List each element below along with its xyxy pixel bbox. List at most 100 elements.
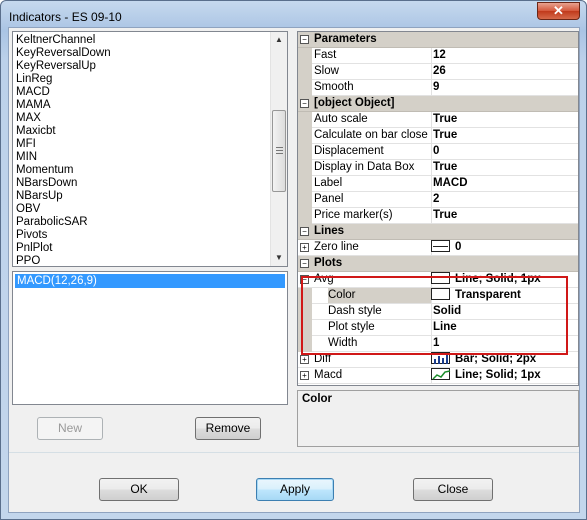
list-item[interactable]: MAX bbox=[16, 112, 41, 125]
collapse-icon[interactable]: − bbox=[300, 99, 309, 108]
property-value[interactable]: 12 bbox=[433, 48, 578, 63]
collapse-icon[interactable]: − bbox=[300, 227, 309, 236]
list-item[interactable]: Maxicbt bbox=[16, 125, 56, 138]
applied-indicators-list[interactable]: MACD(12,26,9) bbox=[12, 271, 288, 405]
property-row-label[interactable]: Label MACD bbox=[298, 176, 578, 192]
property-value[interactable]: True bbox=[433, 208, 578, 223]
list-item[interactable]: OBV bbox=[16, 203, 40, 216]
scroll-up-arrow-icon[interactable]: ▲ bbox=[271, 32, 287, 48]
property-name: Width bbox=[328, 336, 432, 351]
property-name: Plot style bbox=[328, 320, 432, 335]
remove-button[interactable]: Remove bbox=[195, 417, 261, 440]
list-item[interactable]: PPO bbox=[16, 255, 40, 266]
list-item[interactable]: MFI bbox=[16, 138, 36, 151]
property-row-slow[interactable]: Slow 26 bbox=[298, 64, 578, 80]
new-button[interactable]: New bbox=[37, 417, 103, 440]
property-name: Color bbox=[328, 288, 432, 303]
property-row-display-in-data-box[interactable]: Display in Data Box True bbox=[298, 160, 578, 176]
property-value[interactable]: 0 bbox=[431, 239, 578, 255]
avg-value: Line; Solid; 1px bbox=[455, 273, 541, 285]
scrollbar-thumb[interactable] bbox=[272, 110, 286, 192]
category-lines[interactable]: − Lines bbox=[298, 224, 578, 240]
list-item[interactable]: PnlPlot bbox=[16, 242, 52, 255]
property-row-diff[interactable]: + Diff Bar; Solid; 2px bbox=[298, 351, 578, 368]
collapse-icon[interactable]: − bbox=[300, 259, 309, 268]
property-row-displacement[interactable]: Displacement 0 bbox=[298, 144, 578, 160]
property-value[interactable]: 1 bbox=[433, 336, 578, 351]
scroll-down-arrow-icon[interactable]: ▼ bbox=[271, 250, 287, 266]
close-button[interactable]: Close bbox=[413, 478, 493, 501]
list-item[interactable]: KeyReversalUp bbox=[16, 60, 96, 73]
property-row-avg-color[interactable]: Color Transparent bbox=[298, 287, 578, 304]
expand-icon[interactable]: + bbox=[300, 371, 309, 380]
property-value[interactable]: Line; Solid; 1px bbox=[431, 271, 578, 287]
list-item-selected[interactable]: MACD(12,26,9) bbox=[15, 274, 285, 288]
category-label: Lines bbox=[314, 225, 345, 237]
expand-icon[interactable]: + bbox=[300, 355, 309, 364]
row-gutter bbox=[298, 64, 312, 80]
list-item[interactable]: Momentum bbox=[16, 164, 74, 177]
property-value[interactable]: True bbox=[433, 160, 578, 175]
apply-button[interactable]: Apply bbox=[256, 478, 334, 501]
property-value[interactable]: True bbox=[433, 112, 578, 127]
row-gutter bbox=[298, 80, 312, 96]
property-row-price-marker[interactable]: Price marker(s) True bbox=[298, 208, 578, 224]
property-row-avg[interactable]: − Avg Line; Solid; 1px bbox=[298, 271, 578, 288]
dialog-client-area: KeltnerChannel KeyReversalDown KeyRevers… bbox=[8, 27, 580, 513]
property-value[interactable]: 2 bbox=[433, 192, 578, 207]
expand-icon[interactable]: + bbox=[300, 243, 309, 252]
property-row-avg-dash-style[interactable]: Dash style Solid bbox=[298, 304, 578, 320]
list-item[interactable]: NBarsUp bbox=[16, 190, 63, 203]
property-row-panel[interactable]: Panel 2 bbox=[298, 192, 578, 208]
property-grid[interactable]: − Parameters Fast 12 Slow 26 Smooth 9 − bbox=[297, 31, 579, 386]
property-row-macd[interactable]: + Macd Line; Solid; 1px bbox=[298, 367, 578, 384]
list-item[interactable]: ParabolicSAR bbox=[16, 216, 88, 229]
property-row-calculate-on-bar-close[interactable]: Calculate on bar close True bbox=[298, 128, 578, 144]
property-value[interactable]: Transparent bbox=[431, 287, 578, 303]
color-swatch-icon bbox=[431, 287, 450, 300]
category-general[interactable]: − [object Object] bbox=[298, 96, 578, 112]
available-indicators-list[interactable]: KeltnerChannel KeyReversalDown KeyRevers… bbox=[12, 31, 288, 267]
list-item[interactable]: Pivots bbox=[16, 229, 47, 242]
property-name: Displacement bbox=[314, 144, 432, 159]
property-value[interactable]: Line bbox=[433, 320, 578, 335]
list-item[interactable]: LinReg bbox=[16, 73, 52, 86]
property-row-smooth[interactable]: Smooth 9 bbox=[298, 80, 578, 96]
property-name: Display in Data Box bbox=[314, 160, 432, 175]
property-value[interactable]: 0 bbox=[433, 144, 578, 159]
property-value[interactable]: 26 bbox=[433, 64, 578, 79]
property-value[interactable]: True bbox=[433, 128, 578, 143]
list-item[interactable]: MACD bbox=[16, 86, 50, 99]
property-value[interactable]: Line; Solid; 1px bbox=[431, 367, 578, 383]
property-row-auto-scale[interactable]: Auto scale True bbox=[298, 112, 578, 128]
category-parameters[interactable]: − Parameters bbox=[298, 32, 578, 48]
row-gutter bbox=[298, 48, 312, 64]
list-item[interactable]: MAMA bbox=[16, 99, 51, 112]
property-row-zero-line[interactable]: + Zero line 0 bbox=[298, 239, 578, 256]
property-name: Label bbox=[314, 176, 432, 191]
category-plots[interactable]: − Plots bbox=[298, 256, 578, 272]
grip-line bbox=[276, 153, 283, 154]
list-item[interactable]: KeyReversalDown bbox=[16, 47, 111, 60]
list-item[interactable]: MIN bbox=[16, 151, 37, 164]
vertical-scrollbar[interactable]: ▲ ▼ bbox=[270, 32, 287, 266]
bar-chart-icon bbox=[431, 351, 450, 364]
property-value[interactable]: MACD bbox=[433, 176, 578, 191]
window-close-button[interactable]: ✕ bbox=[537, 2, 580, 20]
collapse-icon[interactable]: − bbox=[300, 275, 309, 284]
list-item[interactable]: NBarsDown bbox=[16, 177, 77, 190]
row-gutter bbox=[298, 208, 312, 224]
collapse-icon[interactable]: − bbox=[300, 35, 309, 44]
property-row-avg-width[interactable]: Width 1 bbox=[298, 336, 578, 352]
property-row-fast[interactable]: Fast 12 bbox=[298, 48, 578, 64]
property-value[interactable]: Solid bbox=[433, 304, 578, 319]
macd-value: Line; Solid; 1px bbox=[455, 369, 541, 381]
property-name: Smooth bbox=[314, 80, 432, 95]
description-title: Color bbox=[302, 393, 333, 405]
property-value[interactable]: Bar; Solid; 2px bbox=[431, 351, 578, 367]
list-item[interactable]: KeltnerChannel bbox=[16, 34, 95, 47]
property-row-avg-plot-style[interactable]: Plot style Line bbox=[298, 320, 578, 336]
ok-button[interactable]: OK bbox=[99, 478, 179, 501]
property-value[interactable]: 9 bbox=[433, 80, 578, 95]
property-name: Panel bbox=[314, 192, 432, 207]
